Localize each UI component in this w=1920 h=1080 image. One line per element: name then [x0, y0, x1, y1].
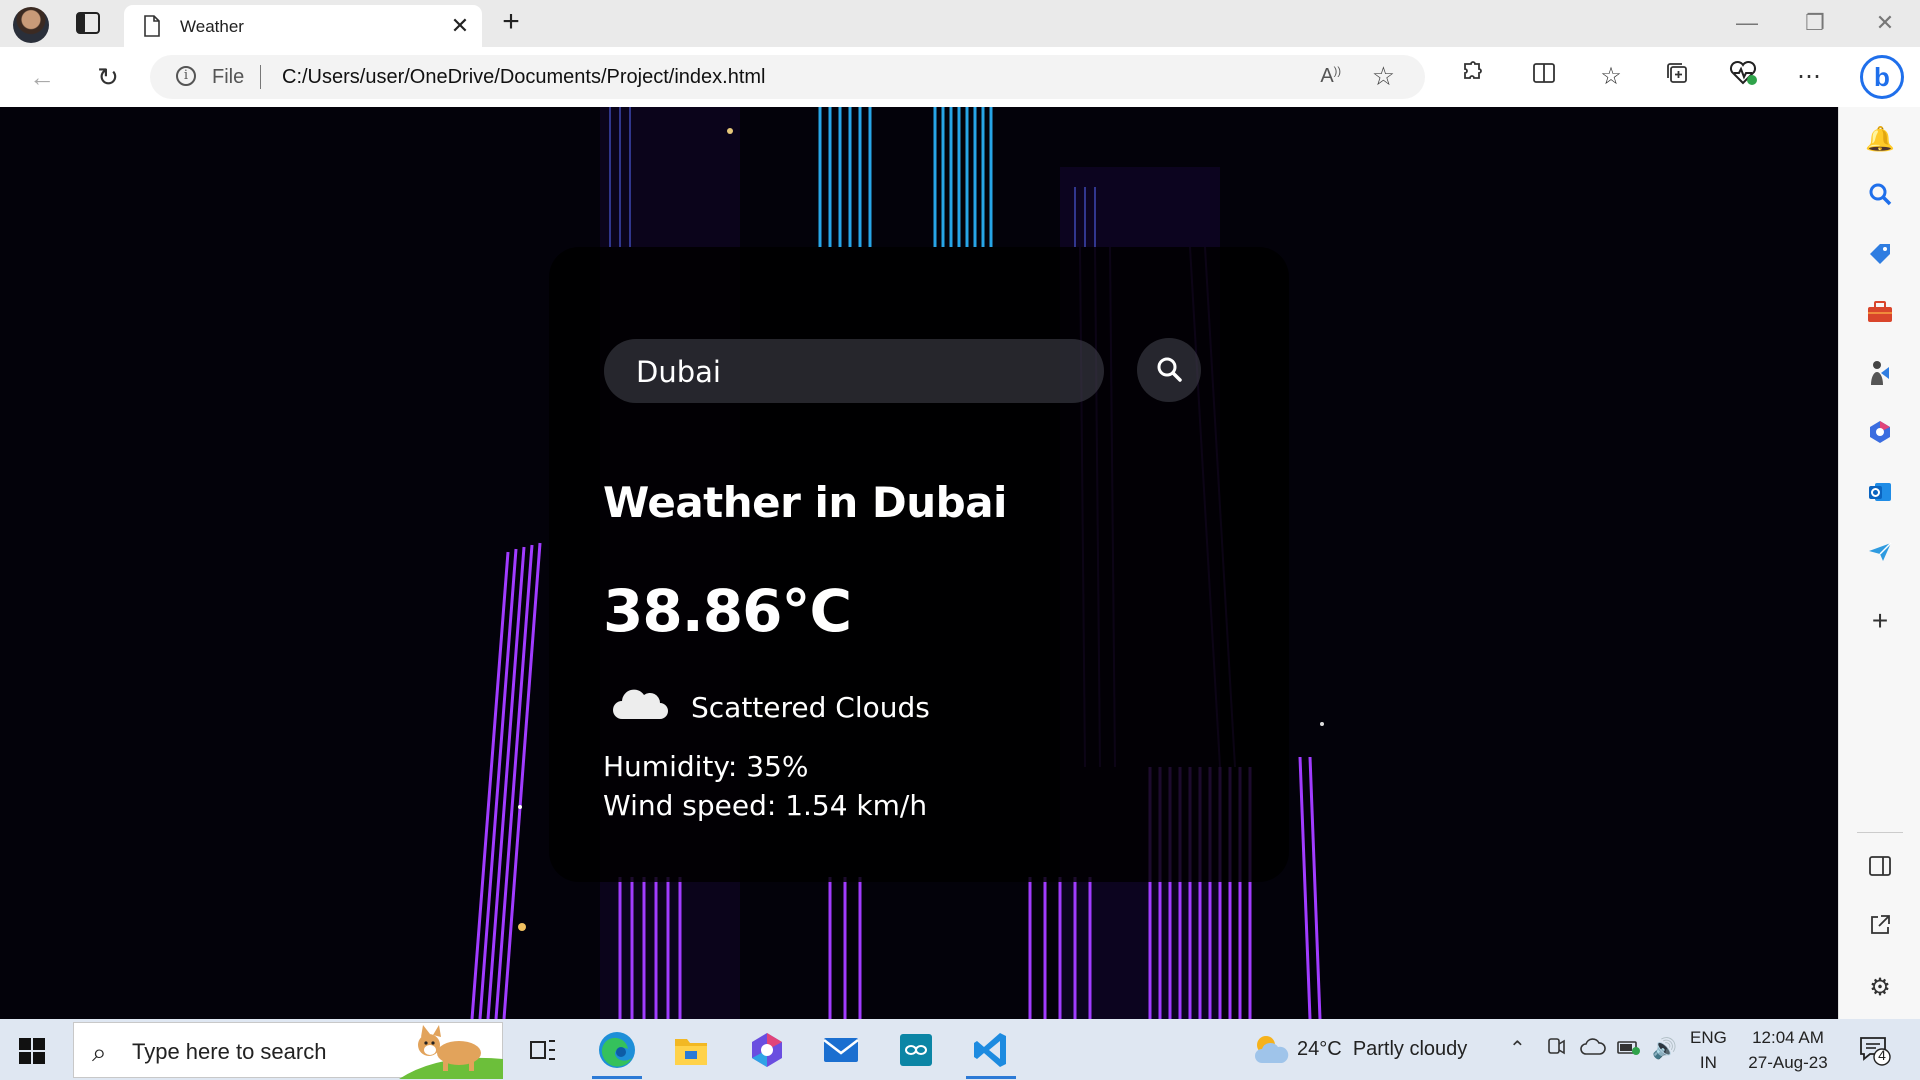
language-indicator[interactable]: ENG IN	[1690, 1025, 1727, 1075]
search-sidebar-icon[interactable]	[1863, 181, 1897, 215]
back-icon[interactable]: ←	[26, 61, 58, 93]
task-view-icon[interactable]	[520, 1027, 566, 1073]
corgi-illustration-icon	[399, 1025, 503, 1079]
arduino-app-icon[interactable]	[893, 1027, 939, 1073]
favorite-star-icon[interactable]: ☆	[1372, 61, 1395, 92]
copilot-app-icon[interactable]	[744, 1027, 790, 1073]
region-code: IN	[1699, 1053, 1717, 1072]
file-explorer-icon[interactable]	[668, 1027, 714, 1073]
new-tab-icon[interactable]: +	[496, 7, 526, 38]
bell-icon[interactable]: 🔔	[1863, 123, 1897, 157]
microsoft-365-icon[interactable]	[1863, 419, 1897, 453]
read-aloud-icon[interactable]: A))	[1320, 65, 1341, 88]
open-external-icon[interactable]	[1863, 913, 1897, 947]
humidity-text: Humidity: 35%	[603, 750, 809, 783]
profile-avatar[interactable]	[13, 7, 49, 43]
url-scheme: File	[212, 66, 245, 88]
temperature-value: 38.86°C	[603, 577, 852, 645]
bing-chat-icon[interactable]: b	[1860, 55, 1904, 99]
notification-center-icon[interactable]: 4	[1858, 1033, 1892, 1067]
city-search-box[interactable]	[604, 339, 1104, 405]
weather-widget-temp: 24°C	[1297, 1038, 1342, 1060]
system-clock[interactable]: 12:04 AM 27-Aug-23	[1744, 1025, 1832, 1075]
hide-sidebar-icon[interactable]	[1863, 853, 1897, 887]
chevron-up-icon[interactable]: ⌃	[1509, 1036, 1526, 1061]
collections-icon[interactable]	[1660, 60, 1694, 94]
taskbar-search-box[interactable]: ⌕ Type here to search	[73, 1022, 503, 1079]
volume-icon[interactable]: 🔊	[1652, 1036, 1677, 1061]
search-button[interactable]	[1137, 338, 1201, 402]
split-screen-icon[interactable]	[1527, 60, 1561, 94]
tab-actions-icon[interactable]	[75, 11, 101, 35]
clock-time: 12:04 AM	[1752, 1028, 1824, 1047]
battery-icon[interactable]	[1616, 1036, 1642, 1064]
restore-icon[interactable]: ❐	[1800, 10, 1830, 36]
url-text[interactable]: C:/Users/user/OneDrive/Documents/Project…	[282, 66, 766, 89]
extensions-icon[interactable]	[1455, 60, 1489, 94]
page-icon	[142, 14, 162, 38]
edge-sidebar: 🔔 + ⚙	[1838, 107, 1920, 1019]
info-icon[interactable]: i	[176, 66, 196, 86]
divider	[260, 65, 261, 89]
wind-speed-text: Wind speed: 1.54 km/h	[603, 789, 928, 822]
meet-now-icon[interactable]	[1546, 1036, 1566, 1064]
edge-app-icon[interactable]	[592, 1027, 642, 1079]
refresh-icon[interactable]: ↻	[92, 61, 124, 93]
clock-date: 27-Aug-23	[1748, 1053, 1828, 1072]
settings-gear-icon[interactable]: ⚙	[1863, 971, 1897, 1005]
city-heading: Weather in Dubai	[603, 478, 1007, 527]
search-icon	[1157, 357, 1182, 382]
tab-strip: Weather ✕ + — ❐ ✕	[0, 0, 1920, 47]
send-icon[interactable]	[1863, 539, 1897, 573]
favorites-icon[interactable]: ☆	[1594, 60, 1628, 94]
onedrive-cloud-icon[interactable]	[1580, 1036, 1606, 1064]
language-code: ENG	[1690, 1028, 1727, 1047]
tools-icon[interactable]	[1863, 300, 1897, 334]
notification-count: 4	[1878, 1047, 1886, 1063]
divider	[1857, 832, 1903, 833]
taskbar-search-placeholder: Type here to search	[132, 1039, 327, 1064]
vscode-app-icon[interactable]	[966, 1027, 1016, 1079]
city-search-input[interactable]	[634, 339, 1078, 405]
taskbar: ⌕ Type here to search 24°C Partly cloudy…	[0, 1019, 1920, 1080]
tab-title: Weather	[180, 17, 244, 36]
window-close-icon[interactable]: ✕	[1870, 10, 1900, 36]
weather-description: Scattered Clouds	[691, 691, 930, 724]
address-bar[interactable]: i File C:/Users/user/OneDrive/Documents/…	[150, 55, 1425, 99]
weather-page: Weather in Dubai 38.86°C Scattered Cloud…	[0, 107, 1838, 1019]
navigation-bar: ← ↻ i File C:/Users/user/OneDrive/Docume…	[0, 47, 1920, 108]
add-icon[interactable]: +	[1863, 604, 1897, 638]
browser-essentials-icon[interactable]	[1726, 60, 1760, 94]
weather-widget-icon[interactable]	[1250, 1029, 1290, 1074]
cloud-icon	[612, 686, 668, 722]
minimize-icon[interactable]: —	[1732, 10, 1762, 36]
mail-app-icon[interactable]	[818, 1027, 864, 1073]
weather-widget[interactable]: 24°C Partly cloudy	[1297, 1038, 1467, 1061]
more-options-icon[interactable]: ⋯	[1792, 60, 1826, 94]
close-tab-icon[interactable]: ✕	[448, 14, 472, 38]
search-icon: ⌕	[92, 1037, 107, 1067]
windows-start-icon[interactable]	[18, 1037, 46, 1065]
games-icon[interactable]	[1863, 359, 1897, 393]
shopping-tag-icon[interactable]	[1863, 241, 1897, 275]
outlook-icon[interactable]	[1863, 479, 1897, 513]
weather-widget-condition: Partly cloudy	[1352, 1038, 1468, 1060]
tab-weather[interactable]: Weather ✕	[124, 5, 482, 47]
